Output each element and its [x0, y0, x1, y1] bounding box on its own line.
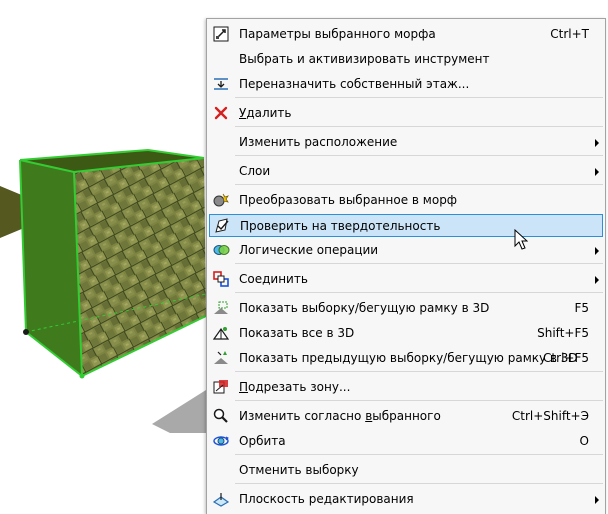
menu-item-label: Преобразовать выбранное в морф: [239, 193, 458, 207]
menu-item-shortcut: Ctrl+Shift+Э: [511, 409, 589, 423]
menu-item-label: Показать все в 3D: [239, 326, 355, 340]
menu-item-label: Слои: [239, 164, 271, 178]
menu-separator: [235, 371, 603, 372]
show-selection-3d-icon: [212, 299, 230, 317]
menu-item-label: Отменить выборку: [239, 463, 359, 477]
menu-item-arrange[interactable]: Изменить расположение: [209, 131, 603, 154]
menu-separator: [235, 400, 603, 401]
menu-separator: [235, 97, 603, 98]
menu-item-label: Параметры выбранного морфа: [239, 27, 436, 41]
menu-item-modify-selected[interactable]: Изменить согласно выбранного Ctrl+Shift+Э: [209, 405, 603, 428]
menu-separator: [235, 126, 603, 127]
morph-block-left-face[interactable]: [20, 160, 82, 376]
menu-separator: [235, 483, 603, 484]
menu-item-label: Подрезать зону...: [239, 380, 351, 394]
menu-item-show-all-3d[interactable]: Показать все в 3D Shift+F5: [209, 322, 603, 345]
menu-separator: [235, 155, 603, 156]
trim-zone-icon: [212, 378, 230, 396]
menu-item-show-selection-3d[interactable]: Показать выборку/бегущую рамку в 3D F5: [209, 297, 603, 320]
context-menu: Параметры выбранного морфа Ctrl+T Выбрать …: [206, 18, 606, 514]
show-all-3d-icon: [212, 324, 230, 342]
menu-item-select-activate-tool[interactable]: Выбрать и активизировать инструмент: [209, 48, 603, 71]
menu-item-editing-plane[interactable]: Плоскость редактирования: [209, 488, 603, 511]
menu-item-delete[interactable]: Удалить: [209, 102, 603, 125]
ground-shadow: [152, 390, 206, 433]
menu-item-label: Соединить: [239, 272, 308, 286]
orbit-icon: [212, 432, 230, 450]
submenu-arrow-icon: [595, 247, 599, 255]
menu-item-label: Показать предыдущую выборку/бегущую рамк…: [239, 351, 578, 365]
menu-item-shortcut: F5: [574, 301, 589, 315]
submenu-arrow-icon: [595, 276, 599, 284]
check-solidity-icon: [213, 217, 231, 235]
mouse-cursor-icon: [514, 229, 528, 250]
menu-item-connect[interactable]: Соединить: [209, 268, 603, 291]
menu-item-shortcut: Shift+F5: [537, 326, 589, 340]
menu-item-orbit[interactable]: Орбита O: [209, 430, 603, 453]
menu-item-label: Переназначить собственный этаж...: [239, 77, 470, 91]
menu-item-show-previous-3d[interactable]: Показать предыдущую выборку/бегущую рамк…: [209, 347, 603, 370]
menu-item-convert-to-morph[interactable]: Преобразовать выбранное в морф: [209, 189, 603, 212]
menu-item-morph-settings[interactable]: Параметры выбранного морфа Ctrl+T: [209, 23, 603, 46]
menu-separator: [235, 263, 603, 264]
selection-hotspot[interactable]: [23, 329, 29, 335]
menu-item-layers[interactable]: Слои: [209, 160, 603, 183]
morph-block-front-tint: [74, 158, 206, 376]
menu-item-deselect[interactable]: Отменить выборку: [209, 459, 603, 482]
access-key: П: [239, 380, 249, 394]
menu-item-label: Проверить на твердотельность: [240, 219, 441, 233]
menu-separator: [235, 454, 603, 455]
menu-item-reassign-home-story[interactable]: Переназначить собственный этаж...: [209, 73, 603, 96]
connect-icon: [212, 270, 230, 288]
story-icon: [212, 75, 230, 93]
convert-morph-icon: [212, 191, 230, 209]
menu-item-label: Орбита: [239, 434, 286, 448]
menu-item-shortcut: O: [579, 434, 589, 448]
menu-item-trim-zone[interactable]: Подрезать зону...: [209, 376, 603, 399]
menu-item-shortcut: Ctrl+F5: [543, 351, 589, 365]
modify-selected-icon: [212, 407, 230, 425]
submenu-arrow-icon: [595, 139, 599, 147]
delete-icon: [212, 104, 230, 122]
menu-item-label: Показать выборку/бегущую рамку в 3D: [239, 301, 490, 315]
submenu-arrow-icon: [595, 496, 599, 504]
menu-item-label: Удалить: [239, 106, 292, 120]
morph-settings-icon: [212, 25, 230, 43]
submenu-arrow-icon: [595, 168, 599, 176]
menu-separator: [235, 184, 603, 185]
boolean-icon: [212, 241, 230, 259]
selection-hotspot[interactable]: [79, 373, 85, 379]
menu-item-boolean-operations[interactable]: Логические операции: [209, 239, 603, 262]
menu-item-label: Выбрать и активизировать инструмент: [239, 52, 490, 66]
menu-item-label: Изменить согласно выбранного: [239, 409, 441, 423]
menu-item-label: Логические операции: [239, 243, 379, 257]
menu-separator: [235, 292, 603, 293]
menu-item-shortcut: Ctrl+T: [550, 27, 589, 41]
menu-item-label: Изменить расположение: [239, 135, 398, 149]
editing-plane-icon: [212, 490, 230, 508]
show-previous-3d-icon: [212, 349, 230, 367]
menu-item-check-solidity[interactable]: Проверить на твердотельность: [209, 214, 603, 237]
menu-item-label: Плоскость редактирования: [239, 492, 414, 506]
